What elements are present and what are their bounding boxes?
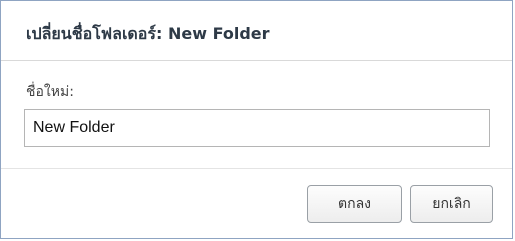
footer-divider	[1, 168, 512, 169]
rename-folder-dialog: เปลี่ยนชื่อโฟลเดอร์: New Folder ชื่อใหม่…	[0, 0, 513, 239]
ok-button[interactable]: ตกลง	[307, 185, 402, 223]
title-divider	[1, 60, 512, 61]
new-name-label: ชื่อใหม่:	[26, 84, 74, 100]
dialog-title: เปลี่ยนชื่อโฟลเดอร์: New Folder	[26, 24, 270, 43]
new-name-input[interactable]	[24, 109, 490, 147]
cancel-button[interactable]: ยกเลิก	[410, 185, 493, 223]
